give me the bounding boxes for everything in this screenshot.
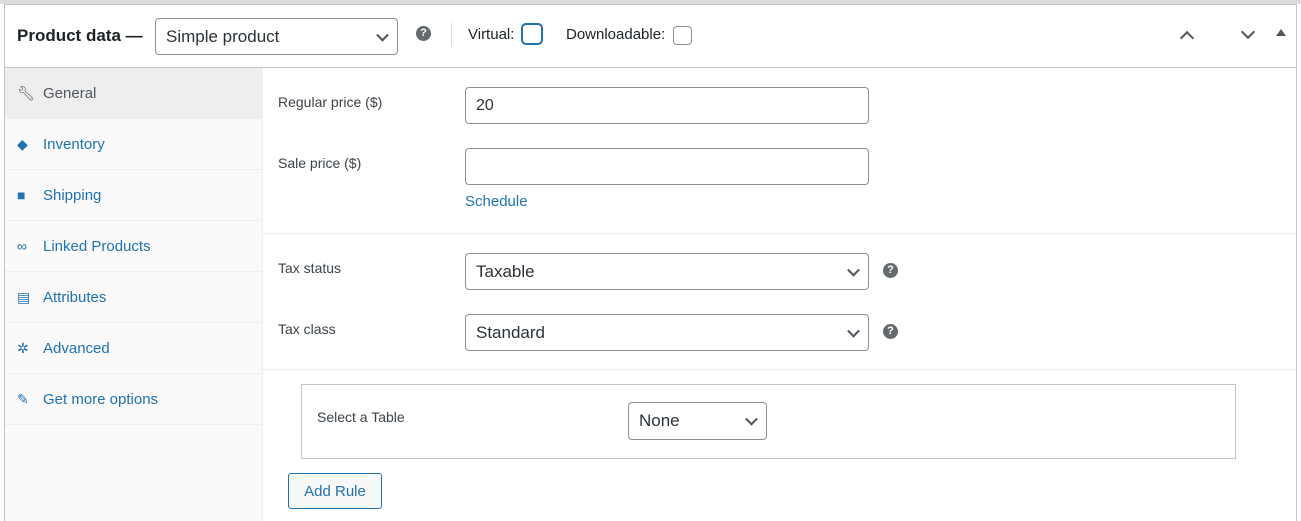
divider: [451, 23, 452, 47]
table-select[interactable]: None: [628, 402, 767, 440]
tab-label: Linked Products: [43, 237, 151, 255]
product-type-value: Simple product: [166, 26, 280, 46]
downloadable-label: Downloadable:: [566, 26, 666, 43]
truck-icon: ■: [17, 187, 26, 203]
tag-icon: ◆: [17, 135, 28, 152]
tax-class-label: Tax class: [278, 321, 336, 337]
tab-label: Shipping: [43, 186, 102, 204]
tab-label: Inventory: [43, 135, 105, 153]
tab-get-more-options[interactable]: ✎ Get more options: [5, 374, 262, 425]
tax-status-label: Tax status: [278, 260, 342, 276]
regular-price-value: 20: [476, 96, 494, 114]
tab-label: General: [43, 84, 97, 102]
schedule-link[interactable]: Schedule: [465, 193, 528, 210]
tab-label: Advanced: [43, 339, 110, 357]
tab-inventory[interactable]: ◆ Inventory: [5, 119, 262, 170]
table-rule-box: [301, 384, 1236, 459]
virtual-checkbox[interactable]: [522, 24, 542, 44]
link-icon: ∞: [17, 238, 27, 254]
tab-label: Attributes: [43, 288, 107, 306]
tab-advanced[interactable]: ✲ Advanced: [5, 323, 262, 374]
regular-price-input[interactable]: 20: [465, 87, 869, 124]
table-select-value: None: [639, 411, 680, 430]
gear-icon: ✲: [17, 339, 29, 356]
add-rule-button[interactable]: Add Rule: [288, 473, 382, 509]
select-table-label: Select a Table: [317, 409, 405, 425]
chevron-down-icon: [745, 412, 758, 426]
divider: [263, 233, 1296, 234]
product-type-select[interactable]: Simple product: [155, 18, 398, 55]
tab-linked-products[interactable]: ∞ Linked Products: [5, 221, 262, 272]
panel-title: Product data —: [17, 26, 143, 45]
product-data-panel: Product data — Simple product ? Virtual:…: [4, 4, 1297, 521]
help-icon[interactable]: ?: [416, 26, 431, 41]
help-icon[interactable]: ?: [883, 263, 898, 278]
tab-attributes[interactable]: ▤ Attributes: [5, 272, 262, 323]
list-icon: ▤: [17, 288, 31, 305]
regular-price-label: Regular price ($): [278, 94, 383, 110]
sale-price-label: Sale price ($): [278, 155, 362, 171]
plugin-icon: ✎: [17, 390, 29, 407]
tab-label: Get more options: [43, 390, 159, 408]
help-icon[interactable]: ?: [883, 324, 898, 339]
virtual-label: Virtual:: [468, 26, 515, 43]
downloadable-checkbox[interactable]: [673, 26, 692, 45]
chevron-down-icon: [847, 263, 860, 277]
tab-general[interactable]: 🔧︎ General: [5, 68, 262, 119]
chevron-down-icon: [847, 324, 860, 338]
tax-class-value: Standard: [476, 322, 545, 342]
sale-price-input[interactable]: [465, 148, 869, 185]
tax-status-value: Taxable: [476, 261, 535, 281]
tax-class-select[interactable]: Standard: [465, 314, 869, 351]
divider: [263, 369, 1296, 370]
wrench-icon: 🔧︎: [17, 84, 35, 101]
chevron-down-icon: [376, 28, 389, 42]
tab-shipping[interactable]: ■ Shipping: [5, 170, 262, 221]
product-data-tabs: 🔧︎ General ◆ Inventory ■ Shipping ∞ Linked P…: [5, 68, 263, 521]
collapse-toggle-icon[interactable]: [1276, 29, 1286, 36]
tax-status-select[interactable]: Taxable: [465, 253, 869, 290]
